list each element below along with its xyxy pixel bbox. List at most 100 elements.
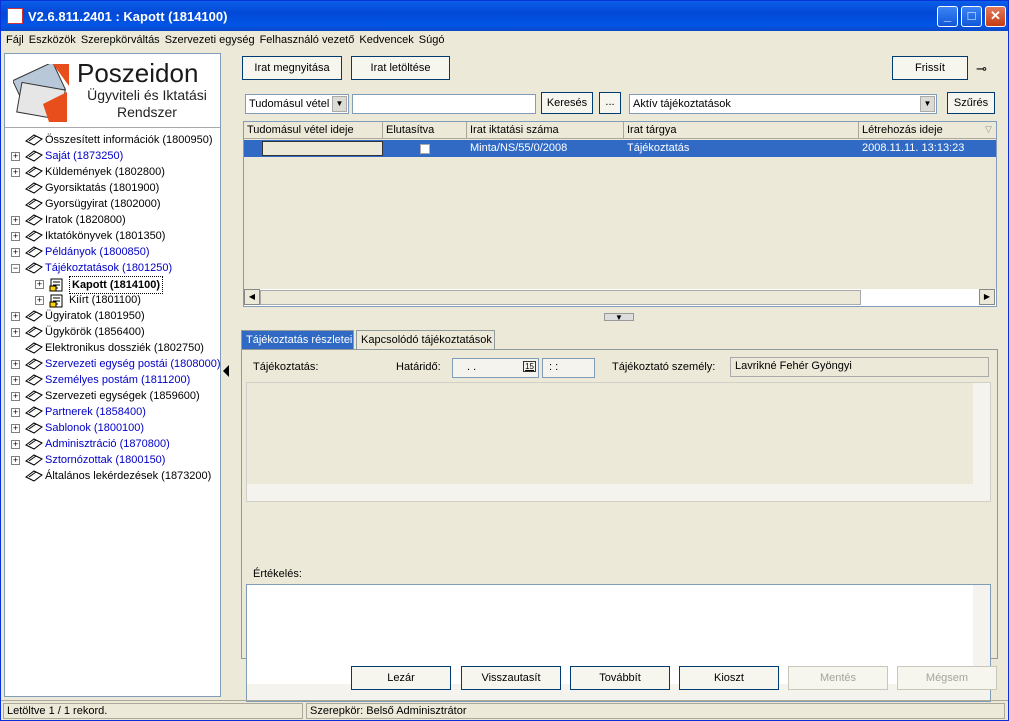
- tree-item[interactable]: + Sablonok (1800100): [5, 420, 220, 436]
- save-button[interactable]: Mentés: [788, 666, 888, 690]
- filter-field-select[interactable]: Tudomásul vétel ▼: [245, 94, 349, 114]
- tree-item[interactable]: Gyorsügyirat (1802000): [5, 196, 220, 212]
- tree-item[interactable]: + Ügyiratok (1801950): [5, 308, 220, 324]
- menu-item-5[interactable]: Kedvencek: [354, 31, 413, 46]
- main-pane: Irat megnyitása Irat letöltése Frissít ⊸…: [234, 53, 1006, 702]
- expand-icon[interactable]: +: [11, 456, 20, 465]
- close-record-button[interactable]: Lezár: [351, 666, 451, 690]
- tree-item[interactable]: − Tájékoztatások (1801250): [5, 260, 220, 276]
- rejected-checkbox[interactable]: [420, 144, 430, 154]
- expand-icon[interactable]: +: [11, 312, 20, 321]
- tree-item[interactable]: + Kapott (1814100): [5, 276, 220, 294]
- maximize-button[interactable]: □: [961, 6, 982, 27]
- expand-icon[interactable]: +: [11, 328, 20, 337]
- scroll-left-icon[interactable]: ◀: [244, 289, 260, 305]
- vertical-scrollbar[interactable]: [973, 383, 990, 484]
- more-options-button[interactable]: ...: [599, 92, 621, 114]
- forward-button[interactable]: Továbbít: [570, 666, 670, 690]
- collapse-down-icon[interactable]: ▼: [604, 313, 634, 322]
- scroll-thumb[interactable]: [260, 290, 861, 305]
- tab-details[interactable]: Tájékoztatás részletei: [241, 330, 354, 350]
- tab-related[interactable]: Kapcsolódó tájékoztatások: [356, 330, 495, 350]
- menu-item-0[interactable]: Fájl: [1, 31, 24, 46]
- menu-item-4[interactable]: Felhasználó vezető: [255, 31, 355, 46]
- expand-icon[interactable]: +: [11, 152, 20, 161]
- tree-item[interactable]: + Iktatókönyvek (1801350): [5, 228, 220, 244]
- expand-icon[interactable]: +: [11, 360, 20, 369]
- tree-item[interactable]: + Példányok (1800850): [5, 244, 220, 260]
- tree-item[interactable]: + Partnerek (1858400): [5, 404, 220, 420]
- tree-item-label: Partnerek (1858400): [45, 406, 146, 418]
- expand-icon[interactable]: +: [11, 248, 20, 257]
- collapse-icon[interactable]: −: [11, 264, 20, 273]
- pin-icon[interactable]: ⊸: [976, 61, 987, 77]
- open-document-button[interactable]: Irat megnyitása: [242, 56, 342, 80]
- logo-subtitle-1: Ügyviteli és Iktatási: [87, 87, 207, 103]
- deadline-date-field[interactable]: . . 15: [452, 358, 539, 378]
- reject-button[interactable]: Visszautasít: [461, 666, 561, 690]
- refresh-button[interactable]: Frissít: [892, 56, 968, 80]
- info-textarea[interactable]: [246, 382, 991, 502]
- expand-icon[interactable]: +: [11, 440, 20, 449]
- expand-icon[interactable]: +: [11, 376, 20, 385]
- calendar-icon[interactable]: 15: [523, 361, 536, 372]
- expand-icon[interactable]: +: [11, 232, 20, 241]
- column-header[interactable]: Tudomásul vétel ideje: [244, 122, 383, 139]
- tree-item[interactable]: Általános lekérdezések (1873200): [5, 468, 220, 484]
- details-panel: Tájékoztatás: Határidő: . . 15 : : Tájék…: [241, 349, 998, 702]
- view-select[interactable]: Aktív tájékoztatások ▼: [629, 94, 937, 114]
- search-input[interactable]: [352, 94, 536, 114]
- tree-item[interactable]: Összesített információk (1800950): [5, 132, 220, 148]
- horizontal-scrollbar[interactable]: ◀ ▶: [244, 289, 996, 306]
- expand-icon[interactable]: +: [11, 424, 20, 433]
- chevron-down-icon[interactable]: ▼: [920, 96, 935, 112]
- cancel-button[interactable]: Mégsem: [897, 666, 997, 690]
- expand-icon[interactable]: +: [11, 216, 20, 225]
- expand-icon[interactable]: +: [11, 408, 20, 417]
- tree-item[interactable]: + Küldemények (1802800): [5, 164, 220, 180]
- table-row[interactable]: Minta/NS/55/0/2008 Tájékoztatás 2008.11.…: [244, 140, 996, 157]
- download-document-button[interactable]: Irat letöltése: [351, 56, 450, 80]
- tree-item[interactable]: + Szervezeti egységek (1859600): [5, 388, 220, 404]
- menu-item-6[interactable]: Súgó: [414, 31, 445, 46]
- assign-button[interactable]: Kioszt: [679, 666, 779, 690]
- column-header[interactable]: Irat iktatási száma: [467, 122, 624, 139]
- tree-item[interactable]: + Szervezeti egység postái (1808000): [5, 356, 221, 372]
- sort-icon: ▽: [985, 124, 992, 134]
- column-header[interactable]: Elutasítva: [383, 122, 467, 139]
- chevron-down-icon[interactable]: ▼: [332, 96, 347, 112]
- minimize-button[interactable]: _: [937, 6, 958, 27]
- tree-item[interactable]: + Személyes postám (1811200): [5, 372, 220, 388]
- expand-icon[interactable]: +: [35, 280, 44, 289]
- tree-item-label: Iktatókönyvek (1801350): [45, 230, 166, 242]
- collapse-left-icon[interactable]: [223, 365, 229, 377]
- tree-item[interactable]: + Adminisztráció (1870800): [5, 436, 220, 452]
- grid-header: Tudomásul vétel ideje Elutasítva Irat ik…: [244, 122, 996, 139]
- tree-item[interactable]: + Sztornózottak (1800150): [5, 452, 220, 468]
- horizontal-scrollbar[interactable]: [247, 484, 990, 501]
- menu-item-1[interactable]: Eszközök: [24, 31, 76, 46]
- tree-item[interactable]: + Saját (1873250): [5, 148, 220, 164]
- tree-item[interactable]: Gyorsiktatás (1801900): [5, 180, 220, 196]
- column-header[interactable]: Irat tárgya: [624, 122, 859, 139]
- menu-item-2[interactable]: Szerepkörváltás: [76, 31, 160, 46]
- expand-icon[interactable]: +: [11, 392, 20, 401]
- search-button[interactable]: Keresés: [541, 92, 593, 114]
- tree-item[interactable]: + Kiírt (1801100): [5, 292, 220, 308]
- tree-item-label: Szervezeti egység postái (1808000): [45, 358, 221, 370]
- book-icon: [25, 374, 43, 386]
- expand-icon[interactable]: +: [11, 168, 20, 177]
- book-icon: [25, 406, 43, 418]
- book-icon: [25, 262, 43, 274]
- filter-button[interactable]: Szűrés: [947, 92, 995, 114]
- tree-item[interactable]: + Ügykörök (1856400): [5, 324, 220, 340]
- tree-item[interactable]: + Iratok (1820800): [5, 212, 220, 228]
- close-button[interactable]: ✕: [985, 6, 1006, 27]
- expand-icon[interactable]: +: [35, 296, 44, 305]
- pane-splitter[interactable]: [222, 53, 232, 697]
- tree-item[interactable]: Elektronikus dossziék (1802750): [5, 340, 220, 356]
- column-header[interactable]: Létrehozás ideje: [859, 122, 996, 139]
- menu-item-3[interactable]: Szervezeti egység: [160, 31, 255, 46]
- scroll-right-icon[interactable]: ▶: [979, 289, 995, 305]
- deadline-time-field[interactable]: : :: [542, 358, 595, 378]
